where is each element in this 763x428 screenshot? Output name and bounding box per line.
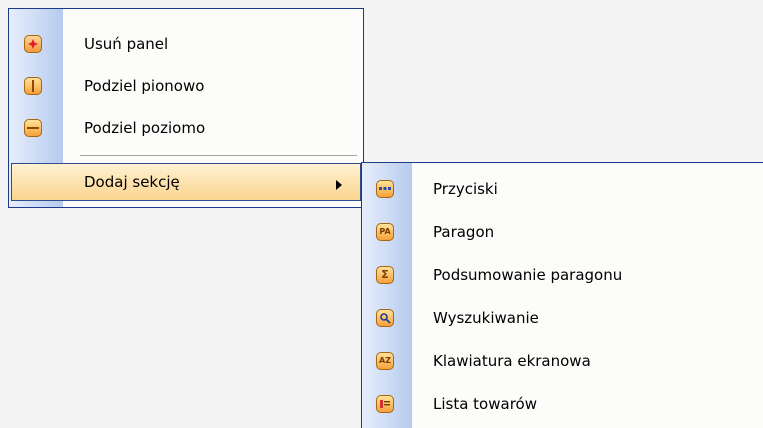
- submenu-item-label: Paragon: [433, 222, 495, 241]
- submenu: Przyciski PA Paragon Σ Podsumowanie para…: [361, 162, 763, 428]
- submenu-item-search[interactable]: Wyszukiwanie: [362, 296, 763, 339]
- split-horizontal-icon: [24, 118, 42, 137]
- submenu-item-product-list[interactable]: Lista towarów: [362, 382, 763, 425]
- menu-item-add-section[interactable]: Dodaj sekcję: [11, 163, 361, 201]
- menu-item-label: Dodaj sekcję: [84, 173, 180, 191]
- product-list-icon: [376, 394, 394, 413]
- search-icon: [376, 308, 394, 327]
- submenu-arrow-icon: [336, 180, 342, 190]
- submenu-item-buttons[interactable]: Przyciski: [362, 167, 763, 210]
- sum-icon: Σ: [376, 265, 394, 284]
- remove-panel-icon: [24, 34, 42, 53]
- context-menu: Usuń panel Podziel pionowo Podziel pozio…: [8, 8, 364, 208]
- menu-item-remove-panel[interactable]: Usuń panel: [9, 22, 363, 65]
- submenu-item-label: Lista towarów: [433, 394, 537, 413]
- submenu-item-label: Klawiatura ekranowa: [433, 351, 591, 370]
- buttons-icon: [376, 179, 394, 198]
- submenu-item-label: Podsumowanie paragonu: [433, 265, 623, 284]
- menu-item-split-horizontal[interactable]: Podziel poziomo: [9, 106, 363, 149]
- screen: { "context_menu": { "items": [ {"label":…: [0, 0, 763, 428]
- submenu-item-receipt-summary[interactable]: Σ Podsumowanie paragonu: [362, 253, 763, 296]
- menu-item-label: Usuń panel: [84, 34, 169, 53]
- receipt-icon: PA: [376, 222, 394, 241]
- submenu-item-label: Wyszukiwanie: [433, 308, 539, 327]
- submenu-item-receipt[interactable]: PA Paragon: [362, 210, 763, 253]
- keyboard-icon: AZ: [376, 351, 394, 370]
- submenu-item-label: Przyciski: [433, 179, 498, 198]
- split-vertical-icon: [24, 76, 42, 95]
- menu-separator: [80, 155, 357, 156]
- menu-item-label: Podziel pionowo: [84, 76, 205, 95]
- submenu-item-onscreen-keyboard[interactable]: AZ Klawiatura ekranowa: [362, 339, 763, 382]
- menu-item-split-vertical[interactable]: Podziel pionowo: [9, 64, 363, 107]
- menu-item-label: Podziel poziomo: [84, 118, 206, 137]
